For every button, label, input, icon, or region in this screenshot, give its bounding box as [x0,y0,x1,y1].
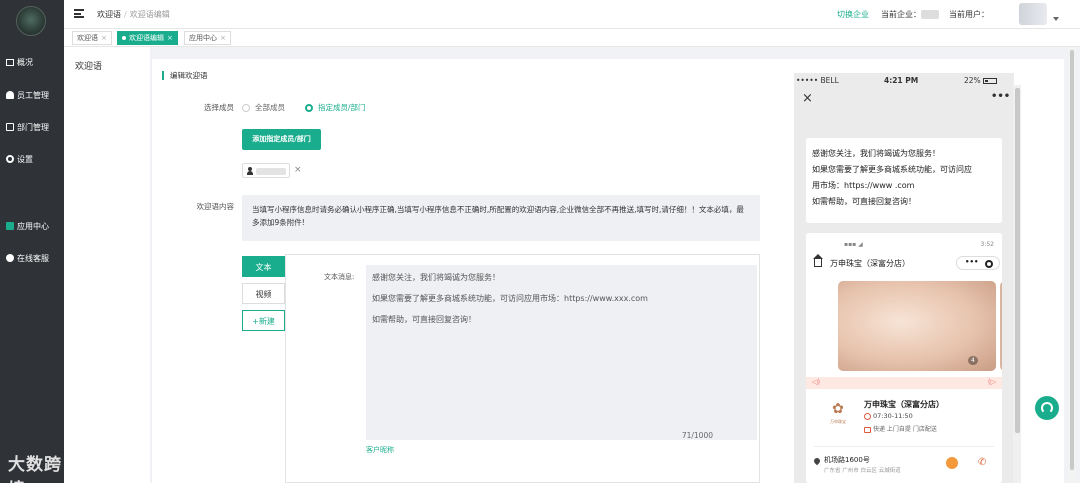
page-scrollbar[interactable] [1068,47,1076,483]
member-chip [242,163,290,178]
radio-specified-members[interactable]: 指定成员/部门 [305,102,366,113]
store-address-detail: 广东省 广州市 白云区 云城街道 [824,468,901,474]
sidebar-item-online-service[interactable]: 在线客服 [0,248,64,268]
main-panel: 编辑欢迎语 选择成员 全部成员 指定成员/部门 添加指定成员/部门 × 欢迎语内… [152,59,1064,483]
breadcrumb-item[interactable]: 欢迎语 [97,10,121,19]
sidebar-item-label: 员工管理 [17,90,49,100]
sidebar: 概况 员工管理 部门管理 设置 应用中心 在线客服 大数跨境 [0,0,64,483]
floating-support-button[interactable] [1035,396,1059,420]
message-bubble: 感谢您关注，我们将竭诚为您服务！ 如果您需要了解更多商城系统功能，可访问应 用市… [806,138,1002,223]
add-attachment-button[interactable]: +新建 [242,310,285,331]
phone-nav-bar [794,89,1014,123]
phone-preview: ••••• BELL 4:21 PM 22% × ••• 感谢您关注，我们将竭诚… [794,73,1014,483]
tab-video[interactable]: 视频 [242,283,285,304]
sidebar-item-overview[interactable]: 概况 [0,52,64,72]
sidebar-item-departments[interactable]: 部门管理 [0,117,64,137]
switch-enterprise-link[interactable]: 切换企业 [837,9,869,20]
welcome-content-label: 欢迎语内容 [196,202,235,211]
menu-toggle-icon[interactable] [74,9,84,18]
breadcrumb-current: 欢迎语编辑 [129,10,170,19]
mini-status-bar: ▪▪▪ ◢ 3:52 [844,241,994,248]
gear-icon [6,155,14,163]
sidebar-item-label: 在线客服 [17,253,49,263]
service-icon [864,426,871,433]
store-address: 机场路1600号 [824,456,870,464]
tab-app-center[interactable]: 应用中心 × [184,31,231,45]
close-icon[interactable]: × [167,34,173,42]
clock-icon [864,412,871,420]
store-services: 快递 上门自提 门店配送 [864,424,937,433]
breadcrumb: 欢迎语 / 欢迎语编辑 [97,10,170,19]
remove-member-icon[interactable]: × [294,165,302,175]
tab-welcome-edit[interactable]: 欢迎语编辑 × [117,31,178,45]
char-counter: 71/1000 [681,431,713,440]
mini-program-card[interactable]: ▪▪▪ ◢ 3:52 万申珠宝（深富分店） ••• 4 ◁) (▷ ✿ 万申珠宝 万申… [806,233,1002,483]
close-icon[interactable]: × [220,34,226,42]
sidebar-item-label: 设置 [17,154,33,164]
sidebar-item-label: 应用中心 [17,221,49,231]
speaker-icon: ◁) [812,378,821,386]
tab-text[interactable]: 文本 [242,256,285,277]
current-user: 当前用户： [949,10,989,19]
notice-box: 当填写小程序信息时请务必确认小程序正确,当填写小程序信息不正确时,所配置的欢迎语… [242,195,760,241]
preview-scrollbar-thumb[interactable] [1015,88,1020,433]
sub-navigation: 欢迎语 [64,47,150,483]
image-count-badge: 4 [968,356,978,365]
chevron-down-icon[interactable] [1053,17,1059,21]
message-editor: 文本 视频 +新建 文本消息: 感谢您关注，我们将竭诚为您服务！ 如果您需要了解… [242,254,760,483]
add-members-button[interactable]: 添加指定成员/部门 [242,129,321,150]
sidebar-item-label: 概况 [17,57,33,67]
avatar[interactable] [1019,3,1047,25]
location-pin-icon [812,456,822,466]
sidebar-item-settings[interactable]: 设置 [0,149,64,169]
top-header: 欢迎语 / 欢迎语编辑 切换企业 当前企业： 当前用户： [64,0,1080,29]
current-enterprise: 当前企业： [881,9,939,20]
tab-welcome[interactable]: 欢迎语 × [72,31,112,45]
target-icon [985,260,993,268]
radio-all-members[interactable]: 全部成员 [242,102,285,113]
announcement-strip: ◁) (▷ [806,377,1002,389]
customer-nickname-link[interactable]: 客户昵称 [366,445,394,455]
product-banner-next [1000,281,1002,371]
store-hours: 07:30-11:50 [864,412,913,420]
editor-box: 文本消息: 感谢您关注，我们将竭诚为您服务！ 如果您需要了解更多商城系统功能，可… [285,254,760,483]
tab-bar: 欢迎语 × 欢迎语编辑 × 应用中心 × [64,29,1080,47]
person-icon [247,167,253,175]
sidebar-item-staff[interactable]: 员工管理 [0,85,64,105]
subnav-title[interactable]: 欢迎语 [75,59,102,72]
grid-icon [6,222,14,230]
sidebar-item-app-center[interactable]: 应用中心 [0,216,64,236]
customer-service-icon[interactable] [946,457,958,469]
battery-icon [983,78,998,84]
divider [814,446,994,447]
home-icon[interactable] [813,254,823,267]
text-message-label: 文本消息: [324,273,355,281]
phone-call-icon[interactable]: ✆ [978,457,988,469]
user-icon [6,91,14,99]
more-icon[interactable]: ••• [991,91,1010,102]
headset-icon [6,254,14,262]
monitor-icon [6,58,14,66]
phone-status-bar: ••••• BELL 4:21 PM 22% [794,73,1014,89]
message-textarea[interactable]: 感谢您关注，我们将竭诚为您服务！ 如果您需要了解更多商城系统功能，可访问应用市场… [366,265,757,440]
watermark: 大数跨境 [8,455,62,483]
close-icon[interactable]: × [802,91,813,106]
capsule-menu[interactable]: ••• [956,256,1000,270]
org-icon [6,123,14,131]
close-icon[interactable]: × [101,34,107,42]
section-title: 编辑欢迎语 [162,71,208,80]
mini-header: 万申珠宝（深富分店） ••• [813,254,1002,272]
page-scrollbar-thumb[interactable] [1070,50,1074,470]
store-name: 万申珠宝（深富分店） [864,400,944,409]
logo[interactable] [16,6,46,36]
speaker-icon: (▷ [987,378,996,386]
store-logo: ✿ 万申珠宝 [830,401,846,424]
sidebar-item-label: 部门管理 [17,122,49,132]
select-members-label: 选择成员 [204,103,234,112]
